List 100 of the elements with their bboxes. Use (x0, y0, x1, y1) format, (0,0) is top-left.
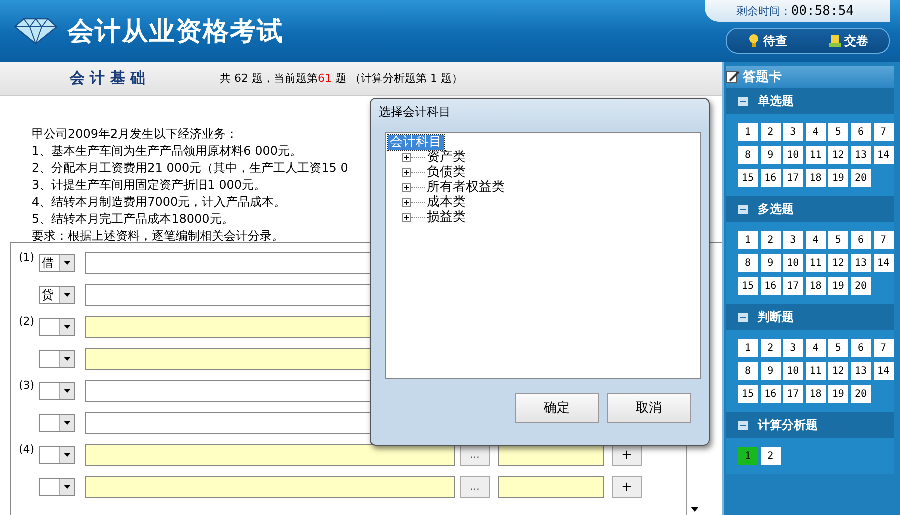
question-number[interactable]: 5 (828, 339, 848, 357)
section-header[interactable]: 单选题 (726, 88, 894, 114)
question-number[interactable]: 9 (760, 362, 781, 380)
question-number[interactable]: 12 (828, 146, 848, 164)
question-number[interactable]: 1 (738, 447, 758, 465)
question-number[interactable]: 11 (806, 146, 826, 164)
section-header[interactable]: 多选题 (726, 196, 894, 222)
section-header[interactable]: 计算分析题 (726, 412, 894, 438)
question-number[interactable]: 2 (760, 339, 781, 357)
question-number[interactable]: 15 (738, 169, 758, 187)
question-text: 要求：根据上述资料，逐笔编制相关会计分录。 (32, 228, 284, 245)
question-number[interactable]: 16 (760, 169, 781, 187)
question-number[interactable]: 12 (828, 254, 848, 272)
question-number[interactable]: 8 (738, 362, 758, 380)
question-number[interactable]: 5 (828, 231, 848, 249)
question-number[interactable]: 15 (738, 277, 758, 295)
question-number[interactable]: 18 (806, 277, 826, 295)
expand-icon[interactable] (402, 168, 411, 177)
question-number[interactable]: 15 (738, 385, 758, 403)
question-number[interactable]: 2 (760, 447, 781, 465)
question-number[interactable]: 17 (783, 169, 804, 187)
question-number[interactable]: 18 (806, 169, 826, 187)
question-number[interactable]: 3 (783, 339, 804, 357)
side-dropdown[interactable] (39, 478, 75, 496)
question-number[interactable]: 2 (760, 231, 781, 249)
side-dropdown[interactable]: 借 (39, 254, 75, 272)
section-header[interactable]: 判断题 (726, 304, 894, 330)
question-number[interactable]: 20 (850, 385, 871, 403)
question-number[interactable]: 17 (783, 277, 804, 295)
tree-node[interactable]: 所有者权益类 (425, 180, 507, 195)
ok-button[interactable]: 确定 (515, 393, 599, 423)
cancel-button[interactable]: 取消 (607, 393, 691, 423)
question-number[interactable]: 7 (874, 231, 894, 249)
question-number[interactable]: 18 (806, 385, 826, 403)
question-text: 3、计提生产车间用固定资产折旧1 000元。 (32, 177, 266, 194)
tree-node[interactable]: 损益类 (425, 210, 468, 225)
question-number[interactable]: 4 (806, 123, 826, 141)
question-number[interactable]: 19 (828, 385, 848, 403)
expand-icon[interactable] (402, 153, 411, 162)
side-dropdown[interactable] (39, 318, 75, 336)
question-number[interactable]: 17 (783, 385, 804, 403)
tree-node[interactable]: 负债类 (425, 165, 468, 180)
question-number[interactable]: 9 (760, 254, 781, 272)
question-number[interactable]: 14 (874, 146, 894, 164)
tree-node[interactable]: 会计科目 (388, 135, 444, 150)
tree-node[interactable]: 资产类 (425, 150, 468, 165)
question-number[interactable]: 9 (760, 146, 781, 164)
question-number[interactable]: 20 (850, 169, 871, 187)
question-number[interactable]: 10 (783, 254, 804, 272)
question-number[interactable]: 8 (738, 146, 758, 164)
submit-button[interactable]: 交卷 (824, 32, 872, 50)
tree-node[interactable]: 成本类 (425, 195, 468, 210)
question-number[interactable]: 6 (850, 339, 871, 357)
question-number[interactable]: 10 (783, 362, 804, 380)
browse-button[interactable]: ... (460, 476, 490, 498)
question-number[interactable]: 4 (806, 339, 826, 357)
add-button[interactable]: + (612, 444, 642, 466)
question-number[interactable]: 1 (738, 231, 758, 249)
question-number[interactable]: 6 (850, 123, 871, 141)
question-number[interactable]: 19 (828, 277, 848, 295)
question-number[interactable]: 13 (850, 146, 871, 164)
add-button[interactable]: + (612, 476, 642, 498)
expand-icon[interactable] (402, 183, 411, 192)
account-field[interactable] (85, 444, 455, 466)
question-number[interactable]: 19 (828, 169, 848, 187)
question-number[interactable]: 12 (828, 362, 848, 380)
expand-icon[interactable] (402, 198, 411, 207)
question-number[interactable]: 11 (806, 362, 826, 380)
side-dropdown[interactable] (39, 382, 75, 400)
question-number[interactable]: 16 (760, 385, 781, 403)
browse-button[interactable]: ... (460, 444, 490, 466)
amount-field[interactable] (498, 444, 604, 466)
question-number[interactable]: 7 (874, 123, 894, 141)
question-text: 2、分配本月工资费用21 000元（其中，生产工人工资15 0 (32, 160, 348, 177)
question-number[interactable]: 11 (806, 254, 826, 272)
question-number[interactable]: 14 (874, 362, 894, 380)
side-dropdown[interactable] (39, 350, 75, 368)
question-number[interactable]: 2 (760, 123, 781, 141)
question-number[interactable]: 16 (760, 277, 781, 295)
question-number[interactable]: 8 (738, 254, 758, 272)
expand-icon[interactable] (402, 213, 411, 222)
question-number[interactable]: 20 (850, 277, 871, 295)
side-dropdown[interactable]: 贷 (39, 286, 75, 304)
question-number[interactable]: 1 (738, 339, 758, 357)
side-dropdown[interactable] (39, 414, 75, 432)
question-number[interactable]: 3 (783, 231, 804, 249)
side-dropdown[interactable] (39, 446, 75, 464)
question-number[interactable]: 5 (828, 123, 848, 141)
question-number[interactable]: 4 (806, 231, 826, 249)
question-number[interactable]: 10 (783, 146, 804, 164)
question-number[interactable]: 3 (783, 123, 804, 141)
amount-field[interactable] (498, 476, 604, 498)
question-number[interactable]: 14 (874, 254, 894, 272)
question-number[interactable]: 7 (874, 339, 894, 357)
review-button[interactable]: 待查 (744, 32, 792, 50)
question-number[interactable]: 6 (850, 231, 871, 249)
question-number[interactable]: 1 (738, 123, 758, 141)
question-number[interactable]: 13 (850, 254, 871, 272)
account-field[interactable] (85, 476, 455, 498)
question-number[interactable]: 13 (850, 362, 871, 380)
